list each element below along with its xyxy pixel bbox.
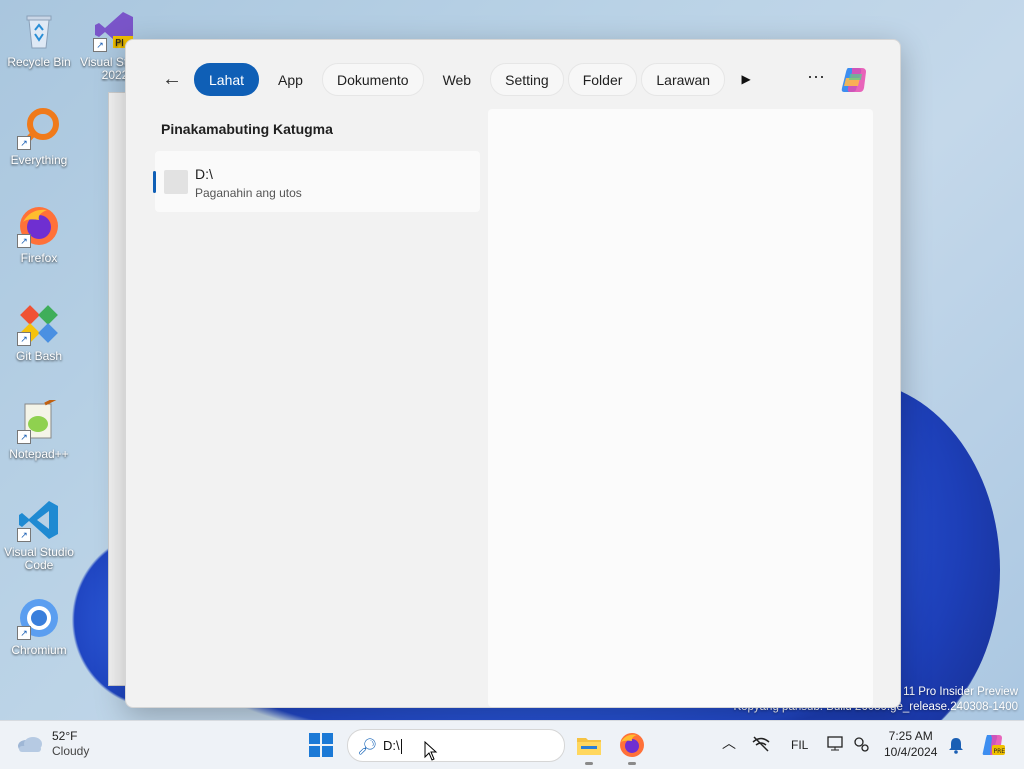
search-icon: 🔎︎ (357, 739, 378, 756)
weather-temperature: 52°F (52, 729, 78, 743)
desktop-icon-recycle-bin[interactable]: Recycle Bin (4, 8, 74, 69)
back-button[interactable]: ← (158, 68, 186, 90)
desktop-icon-label: Chromium (11, 643, 67, 657)
play-triangle-icon: ▶ (741, 71, 751, 86)
filter-chip-lahat[interactable]: Lahat (194, 63, 260, 96)
svg-text:PRE: PRE (994, 748, 1006, 755)
desktop-icon-label: Recycle Bin (7, 55, 71, 69)
result-subtitle: Paganahin ang utos (195, 186, 302, 200)
firefox-icon: ↗ (17, 204, 61, 248)
filter-chip-app[interactable]: App (263, 63, 318, 96)
chromium-icon: ↗ (17, 596, 61, 640)
desktop-icon-label: Everything (10, 153, 68, 167)
desktop-icon-notepad-plus-plus[interactable]: ↗ Notepad++ (4, 396, 74, 461)
svg-text:PI: PI (115, 38, 124, 49)
notification-bell-icon[interactable] (948, 736, 964, 754)
desktop-icon-label: Notepad++ (9, 447, 69, 461)
text-caret (400, 739, 402, 755)
options-button[interactable]: ··· (804, 66, 828, 89)
display-icon[interactable] (827, 735, 845, 753)
weather-widget[interactable]: 52°F Cloudy (16, 729, 89, 759)
copilot-taskbar-icon[interactable]: PRE (980, 733, 1006, 757)
shortcut-arrow-icon: ↗ (17, 332, 31, 346)
recycle-bin-icon (17, 8, 61, 52)
language-indicator[interactable]: FIL (791, 738, 808, 752)
start-button[interactable] (309, 733, 333, 757)
copilot-button[interactable] (838, 64, 870, 96)
show-hidden-icons-button[interactable]: ︿ (722, 733, 736, 753)
preview-pane (488, 109, 873, 707)
filter-chip-dokumento[interactable]: Dokumento (321, 63, 424, 96)
filter-chip-web[interactable]: Web (427, 63, 487, 96)
chevron-up-icon: ︿ (722, 735, 736, 751)
filter-chip-folder[interactable]: Folder (567, 63, 638, 96)
search-input[interactable]: D:\ (383, 738, 402, 755)
selection-indicator (153, 171, 156, 193)
copilot-icon (841, 68, 866, 92)
search-flyout: ← Lahat App Dokumento Web Setting Folder… (125, 39, 901, 708)
search-filter-bar: Lahat App Dokumento Web Setting Folder L… (194, 63, 763, 96)
taskbar-app-firefox[interactable] (618, 731, 646, 765)
network-disconnected-icon[interactable] (752, 736, 770, 752)
result-thumbnail (164, 170, 188, 194)
git-bash-icon: ↗ (17, 302, 61, 346)
more-dots-icon: ··· (807, 66, 825, 86)
shortcut-arrow-icon: ↗ (17, 528, 31, 542)
taskbar-search-box[interactable]: 🔎︎ D:\ (347, 729, 565, 762)
desktop-icon-git-bash[interactable]: ↗ Git Bash (4, 302, 74, 363)
filter-chip-setting[interactable]: Setting (490, 63, 564, 96)
shortcut-arrow-icon: ↗ (17, 626, 31, 640)
clock-date: 10/4/2024 (884, 745, 938, 759)
firefox-icon (620, 733, 644, 757)
system-clock[interactable]: 7:25 AM 10/4/2024 (884, 728, 937, 760)
search-result-item[interactable]: D:\ Paganahin ang utos (153, 151, 480, 212)
desktop-icon-chromium[interactable]: ↗ Chromium (4, 596, 74, 657)
result-title: D:\ (195, 166, 213, 182)
desktop-icon-everything[interactable]: ↗ Everything (4, 106, 74, 167)
mouse-cursor-icon (424, 741, 438, 761)
shortcut-arrow-icon: ↗ (17, 234, 31, 248)
best-match-heading: Pinakamabuting Katugma (161, 121, 333, 137)
taskbar-app-file-explorer[interactable] (575, 731, 603, 765)
weather-condition: Cloudy (52, 744, 90, 758)
windows-start-icon (309, 733, 320, 744)
back-arrow-icon: ← (162, 67, 182, 90)
watermark-line: 11 Pro Insider Preview (903, 686, 1018, 698)
more-filters-button[interactable]: ▶ (729, 63, 763, 94)
shortcut-arrow-icon: ↗ (93, 38, 107, 52)
notepad-plus-plus-icon: ↗ (17, 396, 61, 444)
filter-chip-larawan[interactable]: Larawan (641, 63, 726, 96)
desktop-icon-firefox[interactable]: ↗ Firefox (4, 204, 74, 265)
cloud-icon (18, 737, 42, 752)
file-explorer-icon (577, 738, 601, 755)
settings-sync-icon[interactable] (852, 735, 870, 753)
desktop-icon-vscode[interactable]: ↗ Visual Studio Code (4, 498, 74, 572)
everything-search-icon: ↗ (17, 106, 61, 150)
desktop-icon-label: Git Bash (15, 349, 63, 363)
desktop-icon-label: Firefox (20, 251, 58, 265)
running-indicator (628, 762, 636, 765)
shortcut-arrow-icon: ↗ (17, 136, 31, 150)
vscode-icon: ↗ (17, 498, 61, 542)
clock-time: 7:25 AM (888, 729, 933, 743)
shortcut-arrow-icon: ↗ (17, 430, 31, 444)
running-indicator (585, 762, 593, 765)
taskbar: 52°F Cloudy 🔎︎ D:\ ︿ FIL 7:25 AM 10/4/20… (0, 720, 1024, 769)
desktop-icon-label: Visual Studio Code (4, 545, 74, 572)
